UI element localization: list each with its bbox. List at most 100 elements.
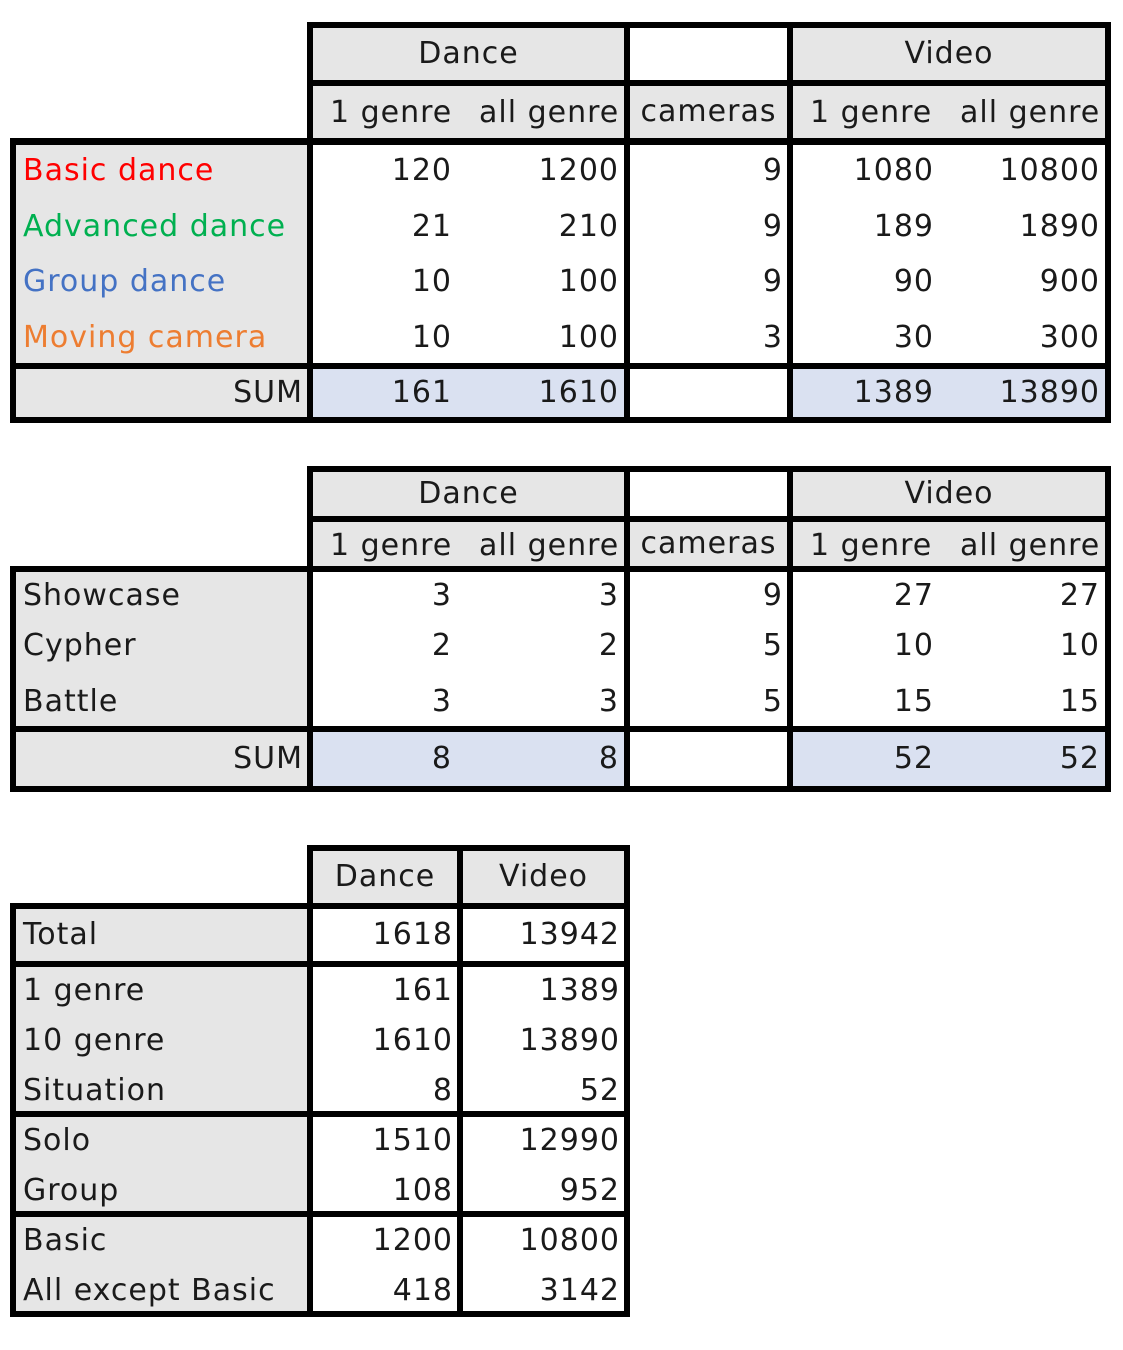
header-dance-1-genre: 1 genre [330,528,453,563]
basic-video-values: 10800 3142 [463,1217,624,1311]
value-dance-all-genre: 3 [598,684,619,719]
row-label-solo: Solo [23,1123,92,1158]
sum-dance-1-genre: 8 [431,741,452,776]
header-cameras: cameras [630,522,787,566]
value-video-all-genre: 10 [1059,628,1100,663]
row-label-basic-dance: Basic dance [23,153,215,188]
value-dance-all-genre: 1200 [538,153,619,188]
video-values-column: 1080 10800 189 1890 90 900 30 300 [793,145,1105,363]
value-total-dance: 1618 [313,909,457,961]
value-dance-all-genre: 210 [558,209,619,244]
value-dance: 1610 [372,1023,453,1058]
value-cameras: 9 [762,264,783,299]
header-dance-1-genre: 1 genre [330,95,453,130]
value-video-1-genre: 189 [873,209,934,244]
value-video-1-genre: 15 [893,684,934,719]
value-total-video: 13942 [463,909,624,961]
cameras-values-column: 9 9 9 3 [630,145,787,363]
type-video-values: 12990 952 [463,1117,624,1211]
header-dance: Dance [313,472,624,516]
header-dance-all-genre: all genre [479,528,620,563]
row-label-situation: Situation [23,1073,167,1108]
header-cameras: cameras [630,86,787,138]
row-label-all-except-basic: All except Basic [23,1273,276,1308]
sum-label: SUM [16,732,307,786]
sum-dance-1-genre: 161 [391,375,452,410]
value-cameras: 5 [762,684,783,719]
value-dance: 108 [392,1173,453,1208]
value-dance: 1510 [372,1123,453,1158]
value-video-all-genre: 10800 [999,153,1100,188]
value-dance-1-genre: 10 [411,320,452,355]
value-dance-all-genre: 100 [558,264,619,299]
sum-video-1-genre: 1389 [853,375,934,410]
header-video-all-genre: all genre [960,95,1101,130]
value-video: 12990 [519,1123,620,1158]
type-label-group: Solo Group [16,1117,307,1211]
value-video-all-genre: 300 [1039,320,1100,355]
sum-dance-all-genre: 1610 [538,375,619,410]
value-dance-1-genre: 2 [431,628,452,663]
value-dance-1-genre: 3 [431,684,452,719]
header-video: Video [793,28,1105,80]
sum-video-all-genre: 52 [1059,741,1100,776]
value-dance: 418 [392,1273,453,1308]
row-label-cypher: Cypher [23,628,137,663]
value-dance: 8 [432,1073,453,1108]
value-video-all-genre: 900 [1039,264,1100,299]
dance-values-column: 3 3 2 2 3 3 [313,572,624,726]
value-dance: 1200 [372,1223,453,1258]
sum-dance-cell: 8 8 [313,732,624,786]
type-dance-values: 1510 108 [313,1117,457,1211]
genre-dance-values: 161 1610 8 [313,967,457,1111]
basic-dance-values: 1200 418 [313,1217,457,1311]
value-cameras: 9 [762,578,783,613]
row-label-moving-camera: Moving camera [23,320,268,355]
value-dance-all-genre: 100 [558,320,619,355]
value-dance: 161 [392,973,453,1008]
value-video-all-genre: 27 [1059,578,1100,613]
value-dance-1-genre: 10 [411,264,452,299]
sum-label: SUM [16,369,307,417]
sum-dance-cell: 161 1610 [313,369,624,417]
row-label-1-genre: 1 genre [23,973,146,1008]
header-dance: Dance [313,28,624,80]
value-video: 952 [559,1173,620,1208]
row-label-battle: Battle [23,684,119,719]
value-video: 13890 [519,1023,620,1058]
value-cameras: 9 [762,209,783,244]
header-blank [630,28,787,80]
header-video-subrow: 1 genre all genre [793,86,1105,138]
header-video: Video [793,472,1105,516]
value-cameras: 3 [762,320,783,355]
sum-video-1-genre: 52 [893,741,934,776]
header-video-1-genre: 1 genre [810,95,933,130]
header-blank [630,472,787,516]
basic-label-group: Basic All except Basic [16,1217,307,1311]
value-video-1-genre: 1080 [853,153,934,188]
header-dance: Dance [313,851,457,903]
value-video: 52 [579,1073,620,1108]
sum-video-cell: 52 52 [793,732,1105,786]
value-dance-1-genre: 3 [431,578,452,613]
header-dance-subrow: 1 genre all genre [313,522,624,566]
sum-video-all-genre: 13890 [999,375,1100,410]
value-video-1-genre: 30 [893,320,934,355]
row-label-10-genre: 10 genre [23,1023,166,1058]
sum-video-cell: 1389 13890 [793,369,1105,417]
row-label-total: Total [16,909,307,961]
value-video-1-genre: 90 [893,264,934,299]
value-dance-1-genre: 21 [411,209,452,244]
dance-values-column: 120 1200 21 210 10 100 10 100 [313,145,624,363]
header-video-1-genre: 1 genre [810,528,933,563]
genre-label-group: 1 genre 10 genre Situation [16,967,307,1111]
value-video-all-genre: 15 [1059,684,1100,719]
row-label-column: Basic dance Advanced dance Group dance M… [16,145,307,363]
value-cameras: 9 [762,153,783,188]
value-video: 10800 [519,1223,620,1258]
value-video-1-genre: 27 [893,578,934,613]
sum-dance-all-genre: 8 [598,741,619,776]
value-cameras: 5 [762,628,783,663]
value-video-all-genre: 1890 [1019,209,1100,244]
sum-cameras-blank [630,732,787,786]
